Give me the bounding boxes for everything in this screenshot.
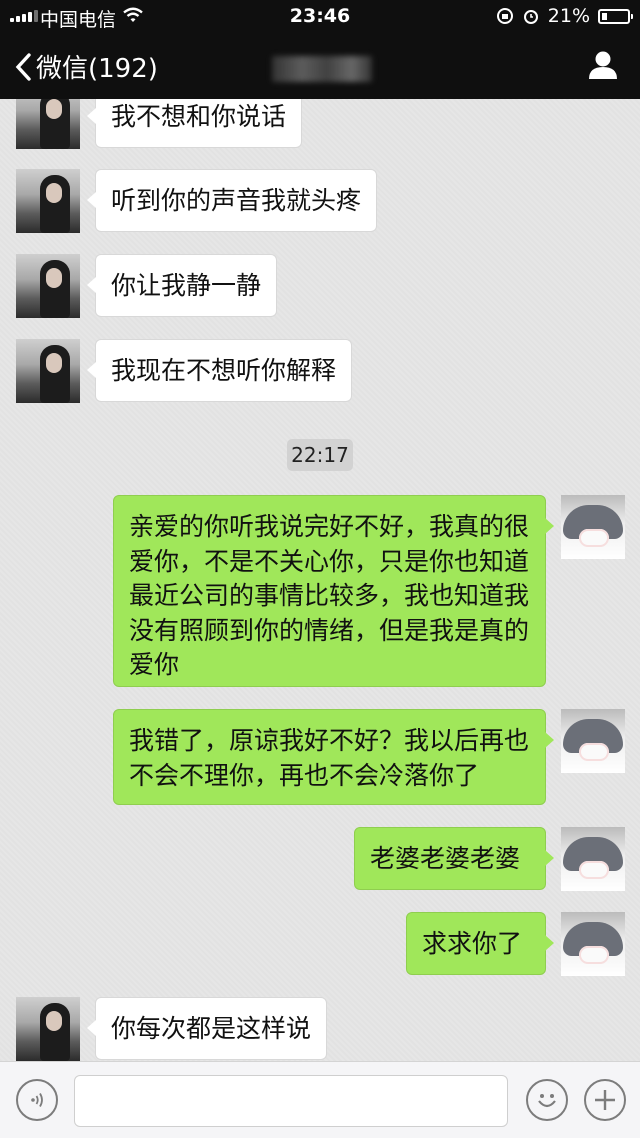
plus-button[interactable] bbox=[584, 1079, 626, 1121]
contact-avatar[interactable] bbox=[16, 169, 80, 233]
voice-icon bbox=[31, 1093, 43, 1107]
back-button[interactable]: 微信(192) bbox=[14, 48, 158, 85]
my-avatar[interactable] bbox=[561, 709, 625, 773]
message-bubble[interactable]: 亲爱的你听我说完好不好，我真的很爱你，不是不关心你，只是你也知道最近公司的事情比… bbox=[113, 495, 554, 687]
message-bubble[interactable]: 你让我静一静 bbox=[86, 254, 278, 317]
chevron-left-icon bbox=[15, 52, 31, 81]
message-input[interactable] bbox=[74, 1075, 508, 1127]
emoji-icon bbox=[538, 1094, 556, 1108]
my-avatar[interactable] bbox=[561, 827, 625, 891]
contact-avatar[interactable] bbox=[16, 254, 80, 318]
my-avatar[interactable] bbox=[561, 495, 625, 559]
status-bar: 中国电信 23:46 21% bbox=[0, 0, 640, 32]
message-bubble[interactable]: 老婆老婆老婆 bbox=[354, 827, 554, 890]
battery-percent: 21% bbox=[547, 5, 590, 27]
alarm-icon bbox=[523, 10, 538, 24]
emoji-button[interactable] bbox=[526, 1079, 568, 1121]
message-bubble[interactable]: 求求你了 bbox=[406, 912, 554, 975]
profile-icon[interactable] bbox=[588, 50, 618, 80]
contact-avatar[interactable] bbox=[16, 99, 80, 149]
nav-bar: 微信(192) bbox=[0, 32, 640, 99]
voice-button[interactable] bbox=[16, 1079, 58, 1121]
plus-icon bbox=[595, 1090, 615, 1110]
message-bubble[interactable]: 我错了，原谅我好不好？我以后再也不会不理你，再也不会冷落你了 bbox=[113, 709, 554, 805]
my-avatar[interactable] bbox=[561, 912, 625, 976]
top-bar: 中国电信 23:46 21% 微信(192) bbox=[0, 0, 640, 99]
rotation-lock-icon bbox=[496, 8, 513, 24]
message-bubble[interactable]: 听到你的声音我就头疼 bbox=[86, 169, 378, 232]
contact-name-blurred bbox=[272, 56, 372, 82]
contact-avatar[interactable] bbox=[16, 339, 80, 403]
status-right: 21% bbox=[496, 5, 633, 27]
battery-icon bbox=[598, 8, 633, 24]
back-label: 微信(192) bbox=[36, 54, 158, 84]
message-bubble[interactable]: 你每次都是这样说 bbox=[86, 997, 328, 1060]
chat-area[interactable]: 我不想和你说话 听到你的声音我就头疼 你让我静一静 我现在不想听你解释 22:1… bbox=[0, 99, 640, 1061]
message-bubble[interactable]: 我不想和你说话 bbox=[86, 99, 303, 148]
contact-avatar[interactable] bbox=[16, 997, 80, 1061]
timestamp: 22:17 bbox=[287, 439, 353, 471]
input-bar bbox=[0, 1061, 640, 1138]
message-bubble[interactable]: 我现在不想听你解释 bbox=[86, 339, 353, 402]
